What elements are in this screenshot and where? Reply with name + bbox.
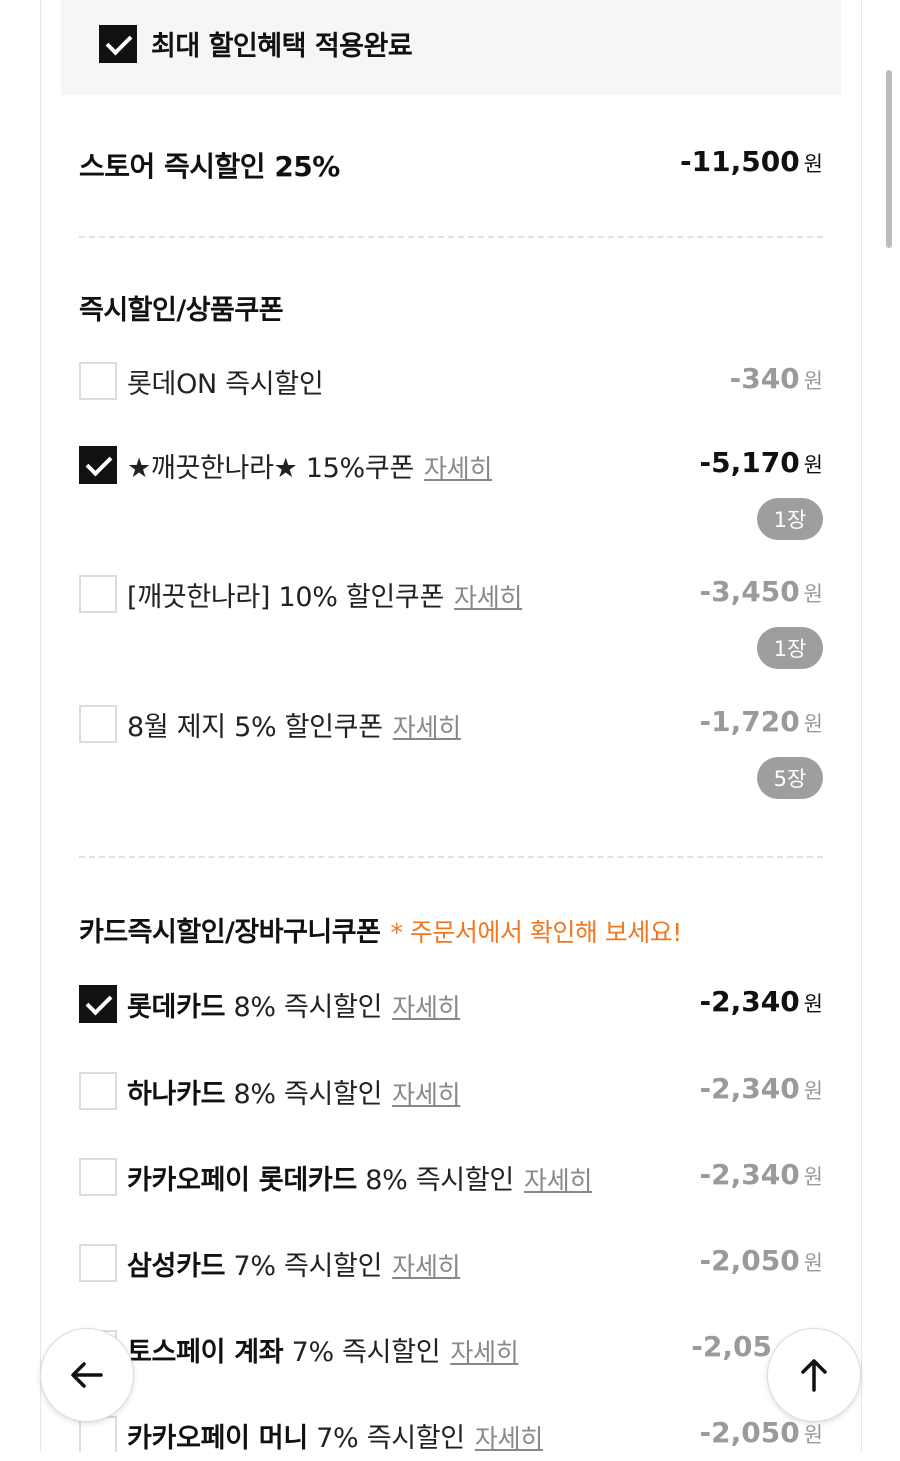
card-label: 카카오페이 롯데카드 8% 즉시할인 자세히: [127, 1164, 593, 1196]
arrow-up-icon: [801, 1359, 827, 1392]
coupon-count-badge: 5장: [757, 757, 823, 799]
section-card-coupon-title: 카드즉시할인/장바구니쿠폰 * 주문서에서 확인해 보세요!: [79, 917, 682, 948]
coupon-checkbox[interactable]: [79, 575, 117, 613]
card-label: 하나카드 8% 즉시할인 자세히: [127, 1078, 461, 1110]
max-discount-banner: 최대 할인혜택 적용완료: [61, 0, 841, 95]
card-amount: -2,340 원: [699, 1158, 823, 1191]
card-item-tosspay[interactable]: 토스페이 계좌 7% 즉시할인 자세히: [79, 1329, 519, 1369]
card-item-samsung[interactable]: 삼성카드 7% 즉시할인 자세히: [79, 1243, 461, 1283]
banner-text: 최대 할인혜택 적용완료: [151, 31, 413, 62]
card-amount: -2,050 원: [699, 1244, 823, 1277]
detail-link[interactable]: 자세히: [392, 1080, 460, 1109]
section-instant-coupon-title: 즉시할인/상품쿠폰: [79, 295, 284, 326]
coupon-amount: -5,170 원: [699, 446, 823, 479]
coupon-label: ★깨끗한나라★ 15%쿠폰 자세히: [127, 452, 493, 484]
coupon-item-10pct[interactable]: [깨끗한나라] 10% 할인쿠폰 자세히: [79, 574, 522, 614]
detail-link[interactable]: 자세히: [450, 1338, 518, 1367]
banner-checkbox[interactable]: [99, 25, 137, 63]
card-amount: -2,340 원: [699, 985, 823, 1018]
detail-link[interactable]: 자세히: [392, 1252, 460, 1281]
arrow-left-icon: [71, 1362, 103, 1388]
card-checkbox[interactable]: [79, 1072, 117, 1110]
card-checkbox[interactable]: [79, 985, 117, 1023]
card-label: 롯데카드 8% 즉시할인 자세히: [127, 991, 461, 1023]
coupon-item-august-5pct[interactable]: 8월 제지 5% 할인쿠폰 자세히: [79, 704, 461, 744]
coupon-count-badge: 1장: [757, 627, 823, 669]
detail-link[interactable]: 자세히: [475, 1424, 543, 1453]
coupon-item-15pct[interactable]: ★깨끗한나라★ 15%쿠폰 자세히: [79, 445, 492, 485]
card-item-lotte[interactable]: 롯데카드 8% 즉시할인 자세히: [79, 984, 461, 1024]
coupon-count-badge: 1장: [757, 498, 823, 540]
card-item-kakaopay-lotte[interactable]: 카카오페이 롯데카드 8% 즉시할인 자세히: [79, 1157, 592, 1197]
section-note: * 주문서에서 확인해 보세요!: [390, 918, 682, 947]
card-item-hana[interactable]: 하나카드 8% 즉시할인 자세히: [79, 1071, 461, 1111]
coupon-label: [깨끗한나라] 10% 할인쿠폰 자세히: [127, 581, 523, 613]
divider: [79, 856, 823, 858]
coupon-item-lotteon[interactable]: 롯데ON 즉시할인: [79, 361, 324, 401]
divider: [79, 236, 823, 238]
scroll-top-button[interactable]: [767, 1328, 861, 1422]
coupon-checkbox[interactable]: [79, 362, 117, 400]
coupon-amount: -3,450 원: [699, 575, 823, 608]
card-checkbox[interactable]: [79, 1244, 117, 1282]
store-discount-label: 스토어 즉시할인 25%: [79, 150, 340, 183]
store-discount-amount: -11,500 원: [680, 145, 823, 178]
detail-link[interactable]: 자세히: [454, 583, 522, 612]
back-button[interactable]: [40, 1328, 134, 1422]
coupon-amount: -340 원: [729, 362, 823, 395]
detail-link[interactable]: 자세히: [392, 993, 460, 1022]
coupon-checkbox[interactable]: [79, 705, 117, 743]
card-checkbox[interactable]: [79, 1158, 117, 1196]
detail-link[interactable]: 자세히: [524, 1166, 592, 1195]
card-label: 삼성카드 7% 즉시할인 자세히: [127, 1250, 461, 1282]
card-item-kakaopay-money[interactable]: 카카오페이 머니 7% 즉시할인 자세히: [79, 1415, 543, 1452]
card-label: 카카오페이 머니 7% 즉시할인 자세히: [127, 1422, 543, 1453]
coupon-amount: -1,720 원: [699, 705, 823, 738]
detail-link[interactable]: 자세히: [393, 713, 461, 742]
discount-panel: 최대 할인혜택 적용완료 스토어 즉시할인 25% -11,500 원 즉시할인/…: [40, 0, 862, 1452]
card-label: 토스페이 계좌 7% 즉시할인 자세히: [127, 1336, 519, 1368]
detail-link[interactable]: 자세히: [424, 454, 492, 483]
card-amount: -2,05: [691, 1330, 772, 1363]
coupon-checkbox[interactable]: [79, 446, 117, 484]
coupon-label: 롯데ON 즉시할인: [127, 368, 324, 400]
scrollbar[interactable]: [886, 70, 892, 248]
card-amount: -2,340 원: [699, 1072, 823, 1105]
coupon-label: 8월 제지 5% 할인쿠폰 자세히: [127, 711, 461, 743]
